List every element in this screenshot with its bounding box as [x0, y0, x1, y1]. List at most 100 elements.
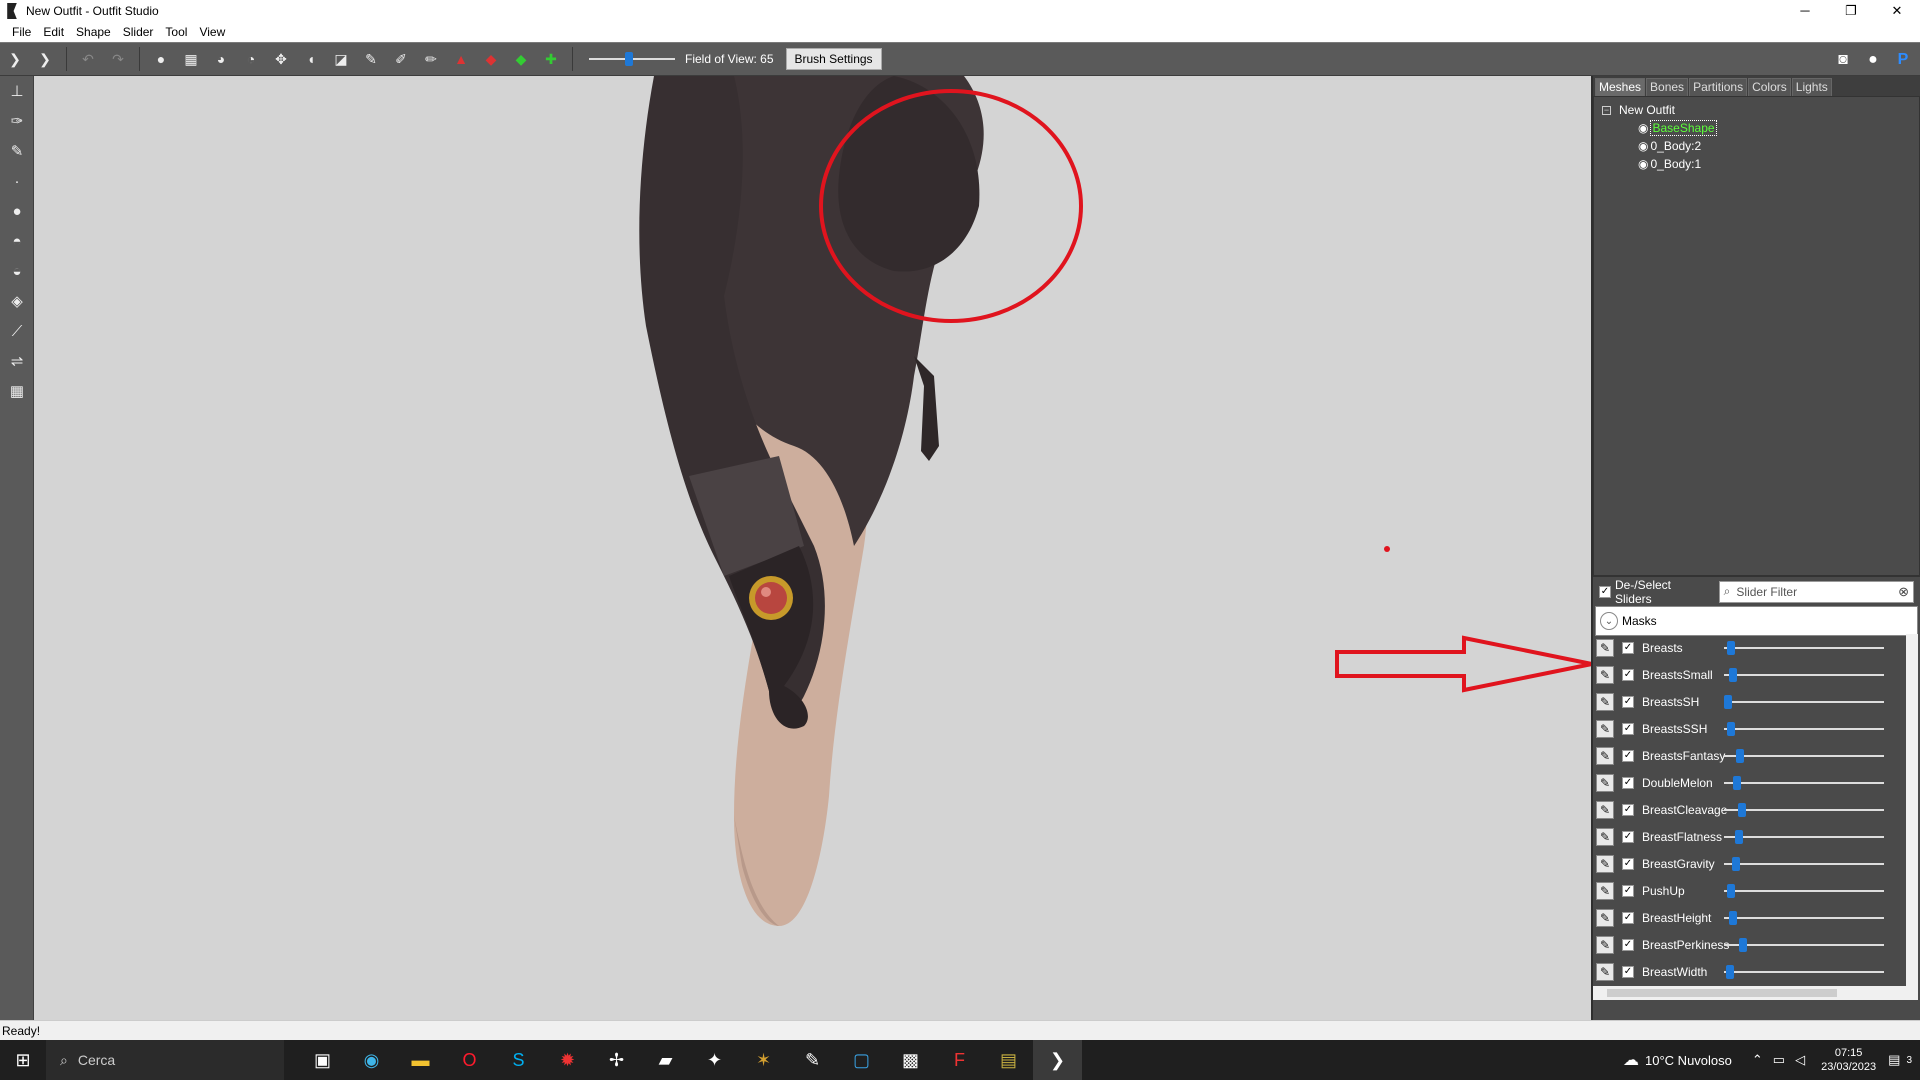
- slider-thumb[interactable]: [1725, 964, 1734, 979]
- bone-icon[interactable]: ⟋: [0, 316, 34, 346]
- app-people-icon[interactable]: ✢: [592, 1040, 641, 1080]
- app-window-icon[interactable]: ▢: [837, 1040, 886, 1080]
- windows-start-icon[interactable]: ⊞: [0, 1040, 46, 1080]
- slider-thumb[interactable]: [1724, 694, 1732, 709]
- edit-slider-icon[interactable]: ✎: [1596, 935, 1614, 954]
- slider-control[interactable]: [1724, 829, 1884, 845]
- slider-thumb[interactable]: [1728, 910, 1737, 925]
- slider-checkbox[interactable]: ✓: [1622, 803, 1634, 816]
- paypal-icon[interactable]: P: [1890, 47, 1916, 73]
- app-bird-icon[interactable]: ✦: [690, 1040, 739, 1080]
- slider-thumb[interactable]: [1727, 883, 1736, 898]
- slider-filter-input[interactable]: ⌕ Slider Filter ⊗: [1718, 580, 1914, 603]
- slider-thumb[interactable]: [1727, 640, 1736, 655]
- inflate-brush-icon[interactable]: ◕: [209, 47, 233, 71]
- edit-slider-icon[interactable]: ✎: [1596, 962, 1614, 981]
- slider-control[interactable]: [1724, 802, 1884, 818]
- edit-slider-icon[interactable]: ✎: [1596, 719, 1614, 738]
- slider-horizontal-scrollbar[interactable]: [1593, 986, 1918, 1000]
- task-view-icon[interactable]: ▣: [298, 1040, 347, 1080]
- maximize-button[interactable]: ❐: [1828, 0, 1874, 22]
- deflate-brush-icon[interactable]: ◔: [239, 47, 263, 71]
- minimize-button[interactable]: ─: [1782, 0, 1828, 22]
- slider-control[interactable]: [1724, 964, 1884, 980]
- app-red-icon[interactable]: ✹: [543, 1040, 592, 1080]
- slider-checkbox[interactable]: ✓: [1622, 776, 1634, 789]
- slider-thumb[interactable]: [1731, 856, 1740, 871]
- slider-vertical-scrollbar[interactable]: [1906, 634, 1918, 986]
- slider-checkbox[interactable]: ✓: [1622, 641, 1634, 654]
- undo-icon[interactable]: ↶: [76, 47, 100, 71]
- redo-icon[interactable]: ↷: [106, 47, 130, 71]
- tree-node-body2[interactable]: ◉ 0_Body:2: [1638, 137, 1911, 155]
- slider-checkbox[interactable]: ✓: [1622, 749, 1634, 762]
- chevron-up-icon[interactable]: ⌃: [1752, 1052, 1763, 1068]
- menu-view[interactable]: View: [193, 25, 231, 39]
- edit-slider-icon[interactable]: ✎: [1596, 665, 1614, 684]
- 3d-viewport[interactable]: [34, 76, 1591, 1020]
- outfit-studio-taskbar-icon[interactable]: ❯: [1033, 1040, 1082, 1080]
- mask-brush-icon[interactable]: ▦: [179, 47, 203, 71]
- slider-control[interactable]: [1724, 721, 1884, 737]
- discord-icon[interactable]: ◙: [1830, 47, 1856, 73]
- tree-node-baseshape[interactable]: ◉ BaseShape: [1638, 119, 1911, 137]
- menu-shape[interactable]: Shape: [70, 25, 117, 39]
- eye-icon[interactable]: ◉: [1638, 139, 1648, 153]
- sphere-icon[interactable]: ●: [0, 196, 34, 226]
- slider-checkbox[interactable]: ✓: [1622, 938, 1634, 951]
- undiff-brush-icon[interactable]: ◪: [329, 47, 353, 71]
- tab-bones[interactable]: Bones: [1646, 78, 1689, 96]
- menu-edit[interactable]: Edit: [37, 25, 70, 39]
- transform-icon[interactable]: ✚: [539, 47, 563, 71]
- axis-icon[interactable]: ⊥: [0, 76, 34, 106]
- bone-link-icon[interactable]: ⇌: [0, 346, 34, 376]
- slider-control[interactable]: [1724, 910, 1884, 926]
- slider-checkbox[interactable]: ✓: [1622, 857, 1634, 870]
- brush-settings-button[interactable]: Brush Settings: [785, 48, 882, 70]
- tree-node-body1[interactable]: ◉ 0_Body:1: [1638, 155, 1911, 173]
- weather-text[interactable]: 10°C Nuvoloso: [1645, 1053, 1732, 1068]
- clear-filter-icon[interactable]: ⊗: [1898, 584, 1909, 600]
- paint-brush-icon[interactable]: ✐: [389, 47, 413, 71]
- nvidia-icon[interactable]: ▰: [641, 1040, 690, 1080]
- slider-checkbox[interactable]: ✓: [1622, 695, 1634, 708]
- app-f-icon[interactable]: F: [935, 1040, 984, 1080]
- chevron-down-icon[interactable]: ⌄: [1600, 612, 1618, 630]
- slider-thumb[interactable]: [1736, 748, 1745, 763]
- grid-icon[interactable]: ▦: [0, 376, 34, 406]
- edit-slider-icon[interactable]: ✎: [1596, 881, 1614, 900]
- network-icon[interactable]: ▭: [1773, 1052, 1785, 1068]
- close-button[interactable]: ✕: [1874, 0, 1920, 22]
- slider-checkbox[interactable]: ✓: [1622, 722, 1634, 735]
- tab-meshes[interactable]: Meshes: [1595, 78, 1646, 96]
- logo-icon[interactable]: ❯: [3, 47, 27, 71]
- slider-thumb[interactable]: [1727, 721, 1736, 736]
- notifications-icon[interactable]: ▤: [1888, 1052, 1900, 1068]
- file-explorer-icon[interactable]: ▬: [396, 1040, 445, 1080]
- volume-icon[interactable]: ◁: [1795, 1052, 1805, 1068]
- pin-icon[interactable]: ✑: [0, 106, 34, 136]
- slider-control[interactable]: [1724, 856, 1884, 872]
- edit-slider-icon[interactable]: ✎: [1596, 746, 1614, 765]
- app-99-icon[interactable]: ▤: [984, 1040, 1033, 1080]
- smooth-brush-icon[interactable]: ◖: [299, 47, 323, 71]
- edit-slider-icon[interactable]: ✎: [1596, 908, 1614, 927]
- slider-control[interactable]: [1724, 640, 1884, 656]
- slider-control[interactable]: [1724, 667, 1884, 683]
- weather-icon[interactable]: ☁: [1623, 1050, 1639, 1070]
- move-brush-icon[interactable]: ✥: [269, 47, 293, 71]
- slider-checkbox[interactable]: ✓: [1622, 668, 1634, 681]
- cube-icon[interactable]: ◈: [0, 286, 34, 316]
- slider-control[interactable]: [1724, 748, 1884, 764]
- app-tool-icon[interactable]: ✶: [739, 1040, 788, 1080]
- slider-control[interactable]: [1724, 883, 1884, 899]
- slider-thumb[interactable]: [1737, 802, 1746, 817]
- slider-checkbox[interactable]: ✓: [1622, 911, 1634, 924]
- tree-root[interactable]: − New Outfit: [1602, 101, 1911, 119]
- deselect-sliders-checkbox[interactable]: ✓: [1599, 585, 1611, 598]
- taskbar-search[interactable]: ⌕ Cerca: [46, 1040, 284, 1080]
- github-icon[interactable]: ●: [1860, 47, 1886, 73]
- menu-slider[interactable]: Slider: [117, 25, 160, 39]
- tab-colors[interactable]: Colors: [1748, 78, 1791, 96]
- weight-brush-icon[interactable]: ✎: [359, 47, 383, 71]
